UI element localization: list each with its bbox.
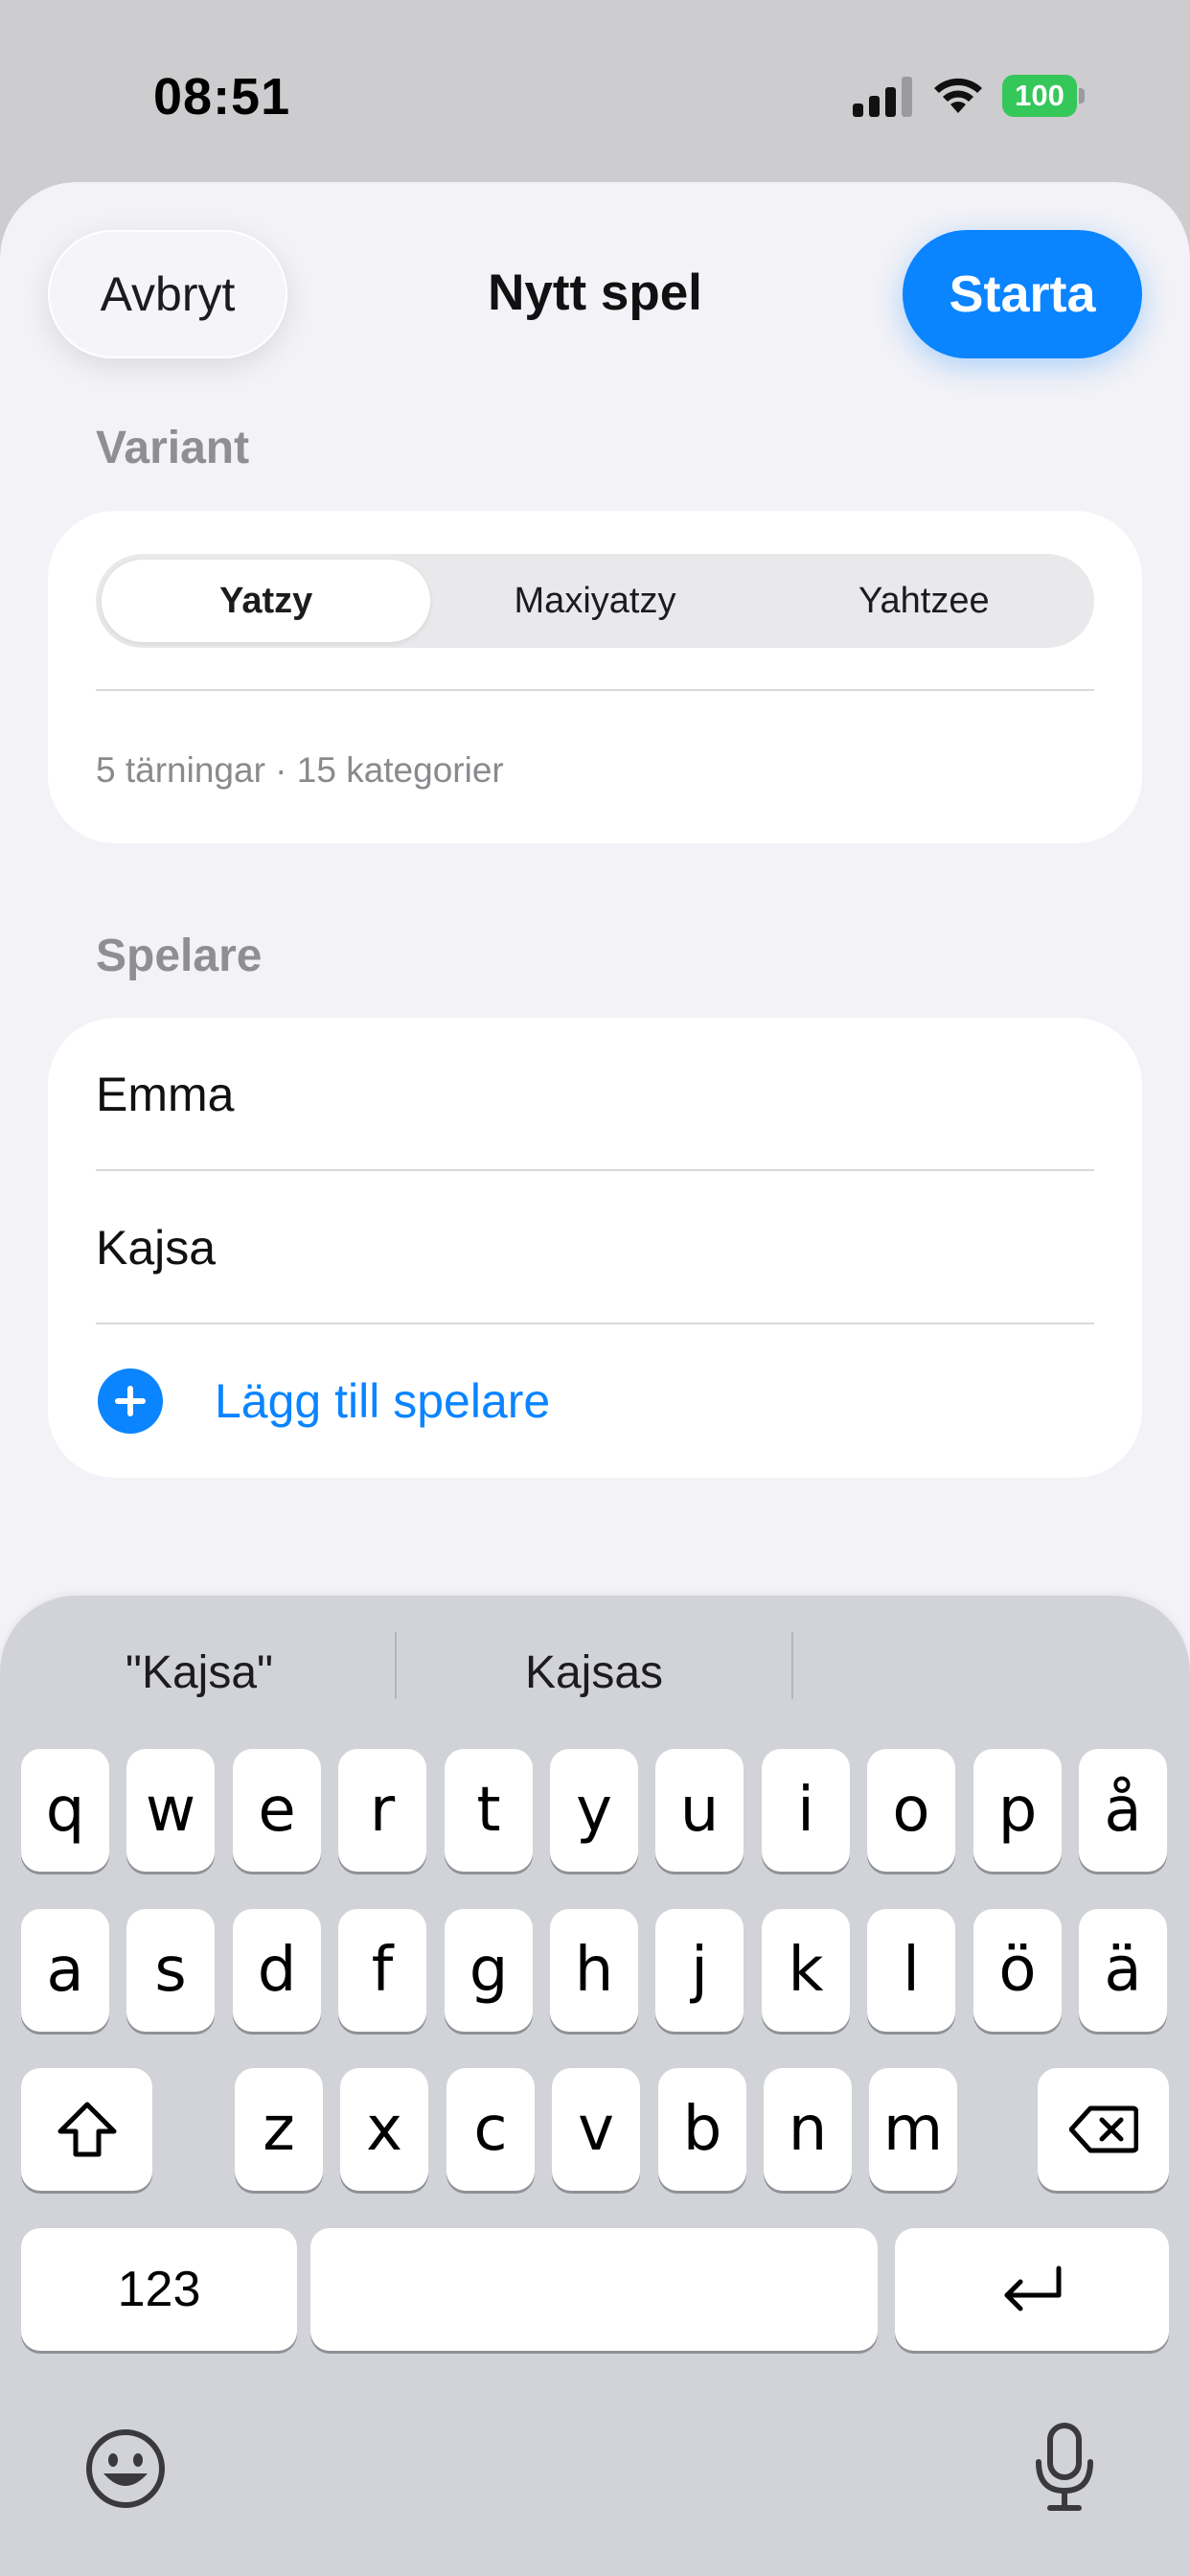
- key[interactable]: m: [869, 2068, 957, 2191]
- microphone-icon[interactable]: [1033, 2422, 1096, 2514]
- key[interactable]: p: [973, 1749, 1062, 1872]
- suggestion-item[interactable]: [794, 1634, 1187, 1711]
- numbers-key[interactable]: 123: [21, 2228, 297, 2351]
- key[interactable]: r: [338, 1749, 426, 1872]
- return-key[interactable]: [895, 2228, 1169, 2351]
- key[interactable]: b: [658, 2068, 746, 2191]
- battery-icon: 100: [1002, 75, 1085, 117]
- key[interactable]: o: [867, 1749, 955, 1872]
- key[interactable]: s: [126, 1909, 215, 2032]
- variant-option-yahtzee[interactable]: Yahtzee: [760, 560, 1088, 642]
- key[interactable]: y: [550, 1749, 638, 1872]
- keyboard: "Kajsa" Kajsas qwertyuiopå asdfghjklöä z…: [0, 1596, 1190, 2576]
- players-section-label: Spelare: [96, 931, 263, 981]
- key[interactable]: n: [764, 2068, 852, 2191]
- player-name-field[interactable]: Kajsa: [96, 1171, 1094, 1324]
- key[interactable]: x: [340, 2068, 428, 2191]
- suggestion-item[interactable]: "Kajsa": [3, 1634, 396, 1711]
- key[interactable]: ö: [973, 1909, 1062, 2032]
- key[interactable]: i: [762, 1749, 850, 1872]
- variant-info-text: 5 tärningar · 15 kategorier: [96, 750, 504, 790]
- plus-circle-icon: [98, 1368, 163, 1434]
- key[interactable]: h: [550, 1909, 638, 2032]
- key[interactable]: l: [867, 1909, 955, 2032]
- key[interactable]: e: [233, 1749, 321, 1872]
- wifi-icon: [934, 78, 982, 113]
- status-bar: 08:51 100: [0, 0, 1190, 182]
- key[interactable]: g: [445, 1909, 533, 2032]
- key[interactable]: ä: [1079, 1909, 1167, 2032]
- key[interactable]: w: [126, 1749, 215, 1872]
- shift-icon: [57, 2102, 116, 2157]
- variant-section-label: Variant: [96, 423, 250, 473]
- variant-segmented-control: Yatzy Maxiyatzy Yahtzee: [96, 554, 1094, 648]
- key[interactable]: t: [445, 1749, 533, 1872]
- key[interactable]: f: [338, 1909, 426, 2032]
- cellular-signal-icon: [853, 77, 912, 117]
- variant-option-maxiyatzy[interactable]: Maxiyatzy: [430, 560, 759, 642]
- start-button[interactable]: Starta: [903, 230, 1142, 358]
- delete-key[interactable]: [1038, 2068, 1169, 2191]
- key[interactable]: z: [235, 2068, 323, 2191]
- divider: [96, 689, 1094, 691]
- player-name-field[interactable]: Emma: [96, 1018, 1094, 1171]
- space-key[interactable]: [310, 2228, 878, 2351]
- key[interactable]: j: [655, 1909, 744, 2032]
- key[interactable]: å: [1079, 1749, 1167, 1872]
- emoji-icon[interactable]: [84, 2427, 167, 2510]
- key[interactable]: c: [446, 2068, 535, 2191]
- key[interactable]: q: [21, 1749, 109, 1872]
- players-card: Emma Kajsa Lägg till spelare: [48, 1018, 1142, 1478]
- variant-option-yatzy[interactable]: Yatzy: [102, 560, 431, 642]
- divider: [791, 1632, 793, 1699]
- add-player-label: Lägg till spelare: [215, 1374, 551, 1428]
- suggestion-bar: "Kajsa" Kajsas: [0, 1632, 1190, 1711]
- status-time: 08:51: [153, 68, 291, 126]
- variant-card: Yatzy Maxiyatzy Yahtzee 5 tärningar · 15…: [48, 511, 1142, 843]
- key[interactable]: u: [655, 1749, 744, 1872]
- key[interactable]: a: [21, 1909, 109, 2032]
- key[interactable]: k: [762, 1909, 850, 2032]
- divider: [395, 1632, 397, 1699]
- battery-level: 100: [1002, 75, 1077, 117]
- key[interactable]: v: [552, 2068, 640, 2191]
- return-icon: [1004, 2266, 1062, 2312]
- delete-icon: [1068, 2105, 1138, 2153]
- key[interactable]: d: [233, 1909, 321, 2032]
- suggestion-item[interactable]: Kajsas: [398, 1634, 790, 1711]
- shift-key[interactable]: [21, 2068, 152, 2191]
- add-player-button[interactable]: Lägg till spelare: [96, 1324, 1094, 1478]
